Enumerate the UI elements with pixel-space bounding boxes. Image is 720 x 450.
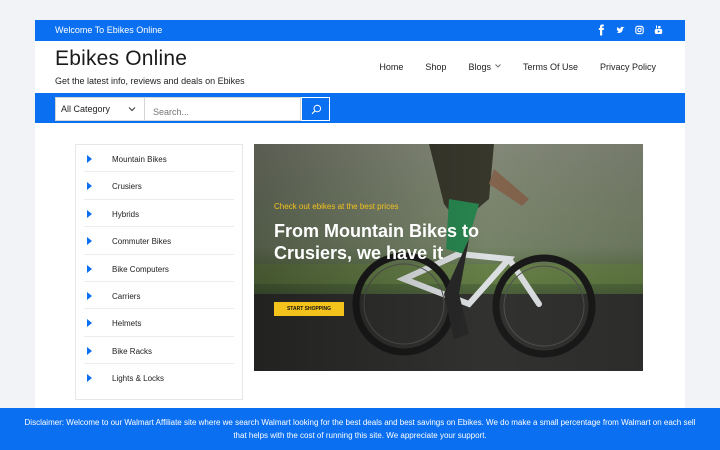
caret-right-icon bbox=[87, 237, 92, 246]
search-input[interactable] bbox=[145, 97, 301, 121]
chevron-down-icon bbox=[495, 64, 501, 70]
category-item-carriers[interactable]: Carriers bbox=[84, 282, 234, 310]
facebook-icon[interactable] bbox=[597, 24, 606, 36]
search-bar: All Category bbox=[35, 93, 685, 123]
category-label: Helmets bbox=[112, 319, 142, 329]
nav-terms[interactable]: Terms Of Use bbox=[523, 62, 578, 72]
chevron-down-icon bbox=[128, 105, 136, 113]
caret-right-icon bbox=[87, 319, 92, 328]
nav-privacy[interactable]: Privacy Policy bbox=[600, 62, 656, 72]
hero-kicker: Check out ebikes at the best prices bbox=[274, 202, 399, 211]
category-item-hybrids[interactable]: Hybrids bbox=[84, 200, 234, 228]
disclaimer-banner: Disclaimer: Welcome to our Walmart Affil… bbox=[0, 408, 720, 450]
category-item-bike-racks[interactable]: Bike Racks bbox=[84, 337, 234, 365]
category-label: Bike Computers bbox=[112, 264, 169, 274]
caret-right-icon bbox=[87, 264, 92, 273]
instagram-icon[interactable] bbox=[635, 24, 644, 36]
category-label: Mountain Bikes bbox=[112, 155, 167, 164]
page-container: Welcome To Ebikes Online Ebikes Online G… bbox=[35, 20, 685, 450]
welcome-text: Welcome To Ebikes Online bbox=[55, 25, 163, 35]
caret-right-icon bbox=[87, 374, 92, 383]
youtube-icon[interactable] bbox=[654, 24, 663, 36]
main-nav: Home Shop Blogs Terms Of Use Privacy Pol… bbox=[357, 62, 656, 72]
caret-right-icon bbox=[87, 291, 92, 300]
category-item-commuter-bikes[interactable]: Commuter Bikes bbox=[84, 227, 234, 255]
nav-home[interactable]: Home bbox=[379, 62, 403, 72]
category-select-value: All Category bbox=[61, 104, 111, 114]
search-button[interactable] bbox=[301, 97, 330, 121]
category-item-lights-locks[interactable]: Lights & Locks bbox=[84, 364, 234, 391]
category-select[interactable]: All Category bbox=[55, 97, 145, 121]
category-label: Commuter Bikes bbox=[112, 237, 172, 247]
category-label: Bike Racks bbox=[112, 346, 153, 356]
category-item-crusiers[interactable]: Crusiers bbox=[84, 172, 234, 200]
site-tagline: Get the latest info, reviews and deals o… bbox=[55, 76, 245, 86]
site-title[interactable]: Ebikes Online bbox=[55, 47, 187, 71]
hero-headline: From Mountain Bikes to Crusiers, we have… bbox=[274, 221, 480, 263]
start-shopping-button[interactable]: START SHOPPING bbox=[274, 302, 344, 316]
caret-right-icon bbox=[87, 155, 92, 163]
category-list: Mountain Bikes Crusiers Hybrids Commuter… bbox=[75, 144, 243, 400]
twitter-icon[interactable] bbox=[616, 24, 625, 36]
hero-banner: Check out ebikes at the best prices From… bbox=[254, 144, 643, 371]
caret-right-icon bbox=[87, 209, 92, 218]
category-label: Hybrids bbox=[112, 209, 140, 219]
category-item-mountain-bikes[interactable]: Mountain Bikes bbox=[84, 145, 234, 173]
nav-blogs[interactable]: Blogs bbox=[468, 62, 501, 72]
category-label: Carriers bbox=[112, 291, 141, 301]
caret-right-icon bbox=[87, 346, 92, 355]
nav-shop[interactable]: Shop bbox=[425, 62, 446, 72]
category-label: Crusiers bbox=[112, 182, 142, 192]
nav-blogs-label: Blogs bbox=[468, 62, 491, 72]
top-bar: Welcome To Ebikes Online bbox=[35, 20, 685, 41]
social-links bbox=[597, 24, 663, 36]
caret-right-icon bbox=[87, 182, 92, 191]
category-item-helmets[interactable]: Helmets bbox=[84, 309, 234, 337]
category-item-bike-computers[interactable]: Bike Computers bbox=[84, 255, 234, 282]
category-label: Lights & Locks bbox=[112, 374, 165, 384]
